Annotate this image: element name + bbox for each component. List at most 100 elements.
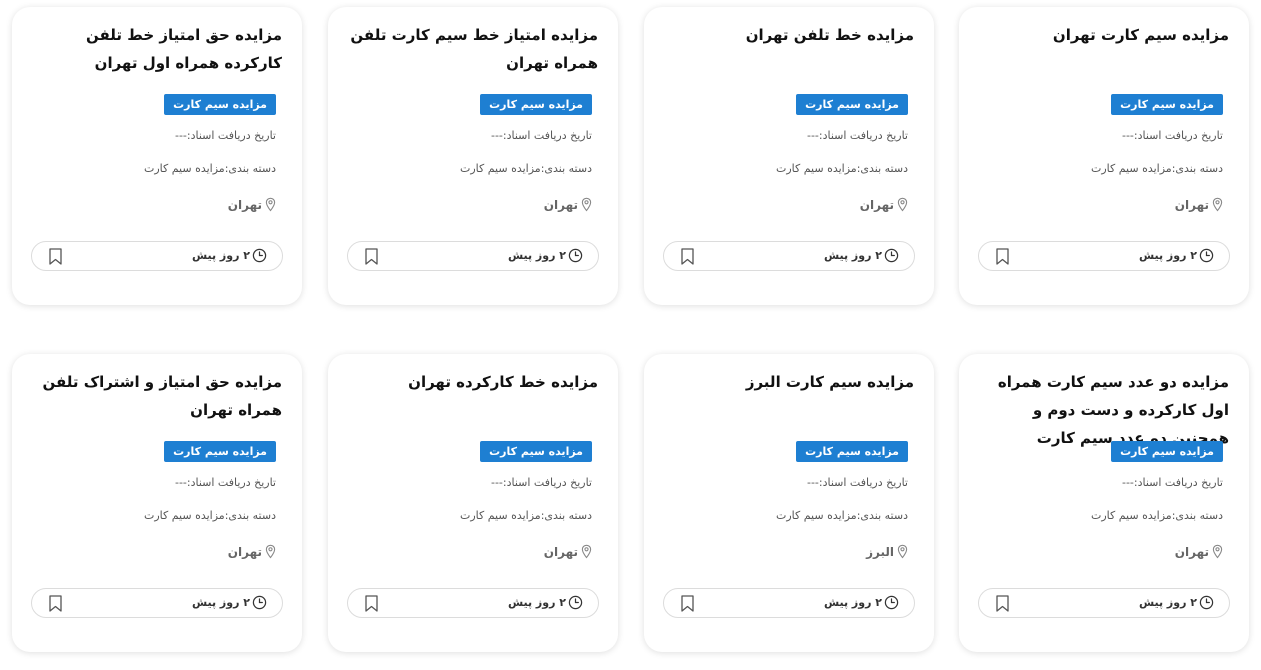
location-name: تهران xyxy=(1174,197,1209,212)
card-footer: ۲ روز پیش xyxy=(31,241,283,271)
category-badge[interactable]: مزایده سیم کارت xyxy=(796,441,908,462)
card-footer: ۲ روز پیش xyxy=(978,241,1230,271)
bookmark-icon[interactable] xyxy=(681,248,694,265)
category-line: دسته بندی:مزایده سیم کارت xyxy=(1090,509,1223,522)
time-ago-text: ۲ روز پیش xyxy=(823,596,882,609)
listing-card[interactable]: مزایده دو عدد سیم کارت همراه اول کارکرده… xyxy=(959,354,1249,652)
bookmark-icon[interactable] xyxy=(365,248,378,265)
listing-grid: مزایده سیم کارت تهران مزایده سیم کارت تا… xyxy=(0,0,1261,670)
bookmark-icon[interactable] xyxy=(996,248,1009,265)
category-line: دسته بندی:مزایده سیم کارت xyxy=(143,509,276,522)
category-badge[interactable]: مزایده سیم کارت xyxy=(480,441,592,462)
location-name: البرز xyxy=(866,544,894,559)
listing-location: تهران xyxy=(1175,544,1223,559)
clock-icon xyxy=(884,248,899,263)
card-footer: ۲ روز پیش xyxy=(347,588,599,618)
category-line: دسته بندی:مزایده سیم کارت xyxy=(775,509,908,522)
location-name: تهران xyxy=(543,544,578,559)
posted-time: ۲ روز پیش xyxy=(1139,248,1214,263)
clock-icon xyxy=(252,248,267,263)
listing-title[interactable]: مزایده سیم کارت البرز xyxy=(662,368,914,396)
category-line: دسته بندی:مزایده سیم کارت xyxy=(143,162,276,175)
listing-title[interactable]: مزایده امتیاز خط سیم کارت تلفن همراه تهر… xyxy=(346,21,598,77)
card-footer: ۲ روز پیش xyxy=(347,241,599,271)
listing-location: تهران xyxy=(228,544,276,559)
time-ago-text: ۲ روز پیش xyxy=(507,596,566,609)
map-pin-icon xyxy=(265,197,276,212)
documents-date: تاریخ دریافت اسناد:--- xyxy=(490,476,592,489)
listing-card[interactable]: مزایده خط تلفن تهران مزایده سیم کارت تار… xyxy=(644,7,934,305)
listing-card[interactable]: مزایده حق امتیاز و اشتراک تلفن همراه تهر… xyxy=(12,354,302,652)
documents-date: تاریخ دریافت اسناد:--- xyxy=(806,476,908,489)
category-badge[interactable]: مزایده سیم کارت xyxy=(164,441,276,462)
bookmark-icon[interactable] xyxy=(365,595,378,612)
location-name: تهران xyxy=(1174,544,1209,559)
time-ago-text: ۲ روز پیش xyxy=(1138,249,1197,262)
listing-title[interactable]: مزایده حق امتیاز و اشتراک تلفن همراه تهر… xyxy=(30,368,282,424)
time-ago-text: ۲ روز پیش xyxy=(191,249,250,262)
clock-icon xyxy=(568,595,583,610)
card-footer: ۲ روز پیش xyxy=(663,241,915,271)
listing-title[interactable]: مزایده سیم کارت تهران xyxy=(977,21,1229,49)
posted-time: ۲ روز پیش xyxy=(192,248,267,263)
posted-time: ۲ روز پیش xyxy=(1139,595,1214,610)
listing-title[interactable]: مزایده دو عدد سیم کارت همراه اول کارکرده… xyxy=(977,368,1229,452)
category-badge[interactable]: مزایده سیم کارت xyxy=(164,94,276,115)
listing-title[interactable]: مزایده خط تلفن تهران xyxy=(662,21,914,49)
listing-title[interactable]: مزایده خط کارکرده تهران xyxy=(346,368,598,396)
bookmark-icon[interactable] xyxy=(996,595,1009,612)
bookmark-icon[interactable] xyxy=(681,595,694,612)
clock-icon xyxy=(884,595,899,610)
location-name: تهران xyxy=(227,544,262,559)
listing-card[interactable]: مزایده سیم کارت تهران مزایده سیم کارت تا… xyxy=(959,7,1249,305)
location-name: تهران xyxy=(227,197,262,212)
category-line: دسته بندی:مزایده سیم کارت xyxy=(459,509,592,522)
map-pin-icon xyxy=(1212,197,1223,212)
bookmark-icon[interactable] xyxy=(49,595,62,612)
documents-date: تاریخ دریافت اسناد:--- xyxy=(174,129,276,142)
category-badge[interactable]: مزایده سیم کارت xyxy=(480,94,592,115)
time-ago-text: ۲ روز پیش xyxy=(507,249,566,262)
listing-card[interactable]: مزایده حق امتیاز خط تلفن کارکرده همراه ا… xyxy=(12,7,302,305)
time-ago-text: ۲ روز پیش xyxy=(1138,596,1197,609)
listing-location: تهران xyxy=(860,197,908,212)
category-badge[interactable]: مزایده سیم کارت xyxy=(1111,94,1223,115)
bookmark-icon[interactable] xyxy=(49,248,62,265)
clock-icon xyxy=(1199,595,1214,610)
listing-location: تهران xyxy=(544,197,592,212)
time-ago-text: ۲ روز پیش xyxy=(823,249,882,262)
listing-location: تهران xyxy=(1175,197,1223,212)
posted-time: ۲ روز پیش xyxy=(824,248,899,263)
documents-date: تاریخ دریافت اسناد:--- xyxy=(490,129,592,142)
documents-date: تاریخ دریافت اسناد:--- xyxy=(1121,476,1223,489)
documents-date: تاریخ دریافت اسناد:--- xyxy=(174,476,276,489)
map-pin-icon xyxy=(897,544,908,559)
listing-card[interactable]: مزایده امتیاز خط سیم کارت تلفن همراه تهر… xyxy=(328,7,618,305)
card-footer: ۲ روز پیش xyxy=(31,588,283,618)
listing-card[interactable]: مزایده سیم کارت البرز مزایده سیم کارت تا… xyxy=(644,354,934,652)
time-ago-text: ۲ روز پیش xyxy=(191,596,250,609)
clock-icon xyxy=(1199,248,1214,263)
listing-location: البرز xyxy=(866,544,908,559)
documents-date: تاریخ دریافت اسناد:--- xyxy=(806,129,908,142)
listing-location: تهران xyxy=(544,544,592,559)
category-badge[interactable]: مزایده سیم کارت xyxy=(1111,441,1223,462)
posted-time: ۲ روز پیش xyxy=(824,595,899,610)
map-pin-icon xyxy=(581,544,592,559)
category-badge[interactable]: مزایده سیم کارت xyxy=(796,94,908,115)
documents-date: تاریخ دریافت اسناد:--- xyxy=(1121,129,1223,142)
category-line: دسته بندی:مزایده سیم کارت xyxy=(775,162,908,175)
listing-card[interactable]: مزایده خط کارکرده تهران مزایده سیم کارت … xyxy=(328,354,618,652)
card-footer: ۲ روز پیش xyxy=(663,588,915,618)
location-name: تهران xyxy=(859,197,894,212)
map-pin-icon xyxy=(265,544,276,559)
posted-time: ۲ روز پیش xyxy=(508,595,583,610)
listing-location: تهران xyxy=(228,197,276,212)
clock-icon xyxy=(252,595,267,610)
posted-time: ۲ روز پیش xyxy=(192,595,267,610)
map-pin-icon xyxy=(1212,544,1223,559)
card-footer: ۲ روز پیش xyxy=(978,588,1230,618)
listing-title[interactable]: مزایده حق امتیاز خط تلفن کارکرده همراه ا… xyxy=(30,21,282,77)
map-pin-icon xyxy=(581,197,592,212)
map-pin-icon xyxy=(897,197,908,212)
